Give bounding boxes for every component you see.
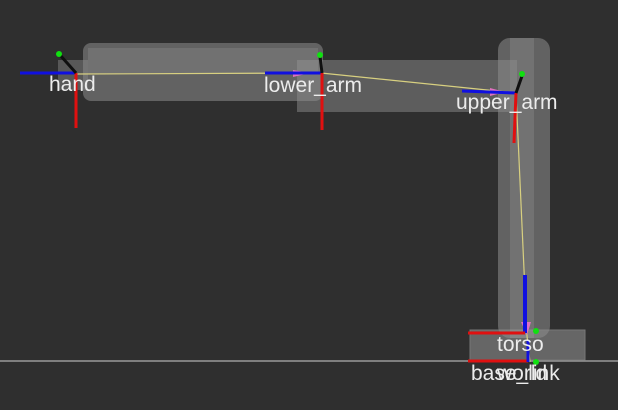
3d-viewport[interactable]: hand lower_arm upper_arm torso base_link… [0,0,618,405]
frame-label-upper-arm: upper_arm [456,91,558,114]
lower-arm-link-highlight [88,48,318,74]
frame-label-hand: hand [49,73,96,96]
hand-origin-marker [56,51,62,57]
frame-label-torso: torso [497,333,544,356]
tf-connections [75,72,531,363]
frame-label-lower-arm: lower_arm [264,74,362,97]
lower-arm-y-axis [318,55,324,74]
upper-arm-origin-marker [519,71,525,77]
lower-arm-origin-marker [317,52,323,58]
frame-label-world: world [496,362,547,385]
